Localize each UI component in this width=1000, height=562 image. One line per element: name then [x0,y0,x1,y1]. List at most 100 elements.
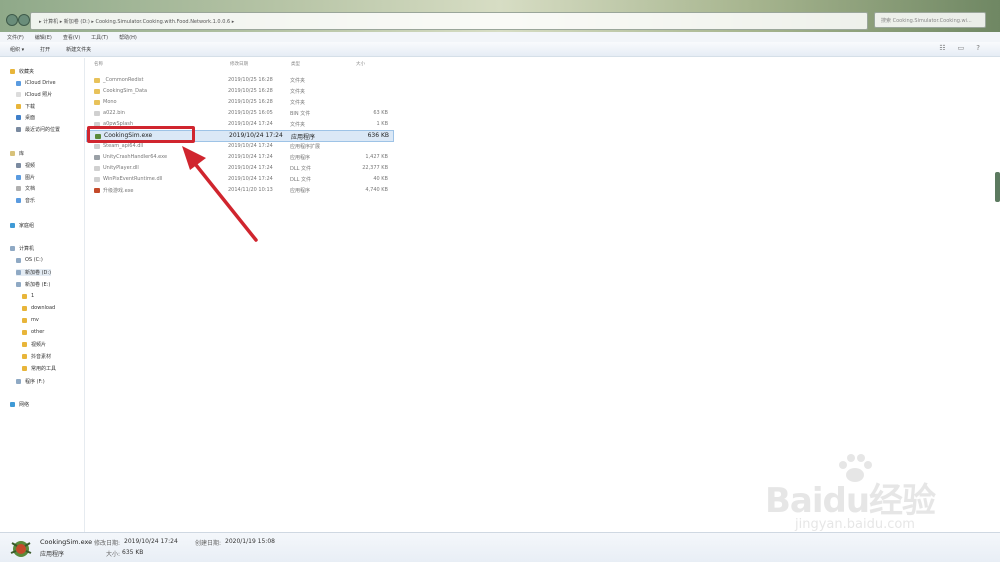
sidebar-item[interactable]: download [22,305,55,311]
details-created: 2020/1/19 15:08 [225,538,275,545]
folder-icon [16,198,21,203]
details-size-label: 大小: [106,551,121,558]
file-name: Steam_api64.dll [103,143,144,149]
sidebar-item-label: 视频 [25,163,36,169]
file-type: 应用程序 [291,134,316,141]
forward-button[interactable] [18,14,30,26]
sidebar-item-label: other [31,329,45,335]
watermark-url: jingyan.baidu.com [795,517,915,532]
column-name[interactable]: 名称 [94,61,103,67]
sidebar-item-label: 库 [19,151,25,157]
new-folder-button[interactable]: 新建文件夹 [66,46,91,53]
baidu-watermark: Baidu经验 jingyan.baidu.com [765,453,955,543]
details-size: 635 KB [122,549,144,556]
address-path: ▸ 计算机 ▸ 新加卷 (D:) ▸ Cooking.Simulator.Coo… [39,18,235,25]
file-type: 文件夹 [290,89,306,95]
sidebar-item[interactable]: other [22,329,44,335]
sidebar-item[interactable]: 下载 [16,103,35,110]
open-button[interactable]: 打开 [40,46,50,53]
folder-icon [22,317,27,323]
sidebar-item[interactable]: 库 [10,150,24,157]
file-icon [94,144,100,149]
sidebar-item[interactable]: iCloud Drive [16,80,56,86]
file-date: 2019/10/25 16:05 [228,110,273,116]
sidebar-item[interactable]: 新加卷 (E:) [16,281,50,288]
file-row[interactable]: _CommonRedist 2019/10/25 16:28 文件夹 [86,75,392,86]
star-icon [10,69,15,74]
file-size: 4,740 KB [365,187,388,193]
sidebar-item-label: 常用的工具 [31,366,57,372]
app-icon [94,188,100,193]
column-date[interactable]: 修改日期 [230,61,248,67]
sidebar-item[interactable]: 视频片 [22,341,46,348]
sidebar-item[interactable]: 抖音素材 [22,353,51,360]
scrollbar[interactable] [995,172,1000,202]
sidebar-item[interactable]: 程序 (F:) [16,378,45,385]
menu-help[interactable]: 帮助(H) [119,34,137,41]
sidebar-item-label: 音乐 [25,198,36,204]
sidebar-item[interactable]: 音乐 [16,197,35,204]
sidebar-item-label: 文档 [25,186,36,192]
file-name: WinPixEventRuntime.dll [103,176,163,182]
file-row[interactable]: Mono 2019/10/25 16:28 文件夹 [86,97,392,108]
explorer-window: ▸ 计算机 ▸ 新加卷 (D:) ▸ Cooking.Simulator.Coo… [0,0,1000,562]
file-type: DLL 文件 [290,177,312,183]
file-size: 63 KB [373,110,388,116]
file-name: UnityPlayer.dll [103,165,139,171]
column-type[interactable]: 类型 [291,61,300,67]
file-date: 2019/10/25 16:28 [228,88,273,94]
file-size: 636 KB [367,132,389,139]
command-bar: 组织 ▾ 打开 新建文件夹 [0,42,1000,57]
sidebar-item[interactable]: 1 [22,293,34,299]
sidebar-item[interactable]: 视频 [16,162,35,169]
sidebar-item-label: 抖音素材 [31,354,52,360]
app-icon [94,155,100,160]
details-filename: CookingSim.exe [40,538,93,546]
navigation-pane: 收藏夹 iCloud Drive iCloud 照片 下载桌面最近访问的位置库视频图片… [0,58,85,532]
file-row[interactable]: CookingSim_Data 2019/10/25 16:28 文件夹 [86,86,392,97]
folder-icon [22,342,27,347]
organize-button[interactable]: 组织 ▾ [10,46,24,53]
menu-edit[interactable]: 编辑(E) [35,34,52,41]
menu-tools[interactable]: 工具(T) [91,34,108,41]
sidebar-item-label: 视频片 [31,342,47,348]
change-view-icon[interactable]: ☷ [939,44,945,52]
sidebar-item-label: 计算机 [19,246,35,252]
sidebar-item[interactable]: 计算机 [10,245,34,252]
sidebar-item[interactable]: 新加卷 (D:) [16,269,52,276]
sidebar-item[interactable]: 收藏夹 [10,68,34,75]
column-headers: 名称 修改日期 类型 大小 [86,58,396,68]
back-button[interactable] [6,14,18,26]
sidebar-item[interactable]: OS (C:) [16,257,43,263]
homegroup-icon [10,223,15,228]
folder-icon [94,78,100,83]
sidebar-item[interactable]: 家庭组 [10,222,34,229]
menu-view[interactable]: 查看(V) [63,34,80,41]
sidebar-item[interactable]: 图片 [16,174,35,181]
search-input[interactable]: 搜索 Cooking.Simulator.Cooking.wi... [874,12,986,28]
folder-icon [16,80,21,86]
folder-icon [16,92,21,97]
sidebar-item[interactable]: 常用的工具 [22,365,56,372]
file-size: 22,377 KB [362,165,388,171]
folder-icon [16,186,21,191]
file-row[interactable]: a022.bin 2019/10/25 16:05 BIN 文件 63 KB [86,108,392,119]
sidebar-item[interactable]: mv [22,317,39,323]
sidebar-item[interactable]: 文档 [16,185,35,192]
folder-icon [22,305,27,311]
help-icon[interactable]: ? [976,44,980,52]
sidebar-item[interactable]: iCloud 照片 [16,91,52,98]
sidebar-item[interactable]: 网络 [10,401,29,408]
menu-file[interactable]: 文件(F) [7,34,24,41]
sidebar-item[interactable]: 最近访问的位置 [16,126,60,133]
column-size[interactable]: 大小 [356,61,365,67]
preview-pane-icon[interactable]: ▭ [958,44,965,52]
file-size: 40 KB [373,176,388,182]
file-date: 2019/10/25 16:28 [228,99,273,105]
sidebar-item[interactable]: 桌面 [16,114,35,121]
folder-icon [16,163,21,168]
drive-icon [16,282,21,287]
file-type: BIN 文件 [290,111,311,117]
address-bar[interactable]: ▸ 计算机 ▸ 新加卷 (D:) ▸ Cooking.Simulator.Coo… [30,12,868,30]
file-type: 文件夹 [290,78,306,84]
